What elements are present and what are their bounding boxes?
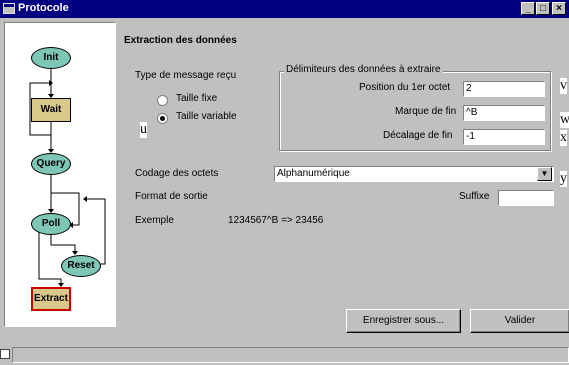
encoding-select[interactable]: Alphanumérique ▼: [274, 166, 554, 182]
example-label: Exemple: [135, 215, 174, 226]
flow-connectors: [29, 68, 106, 287]
flow-node-init[interactable]: Init: [31, 47, 71, 69]
delimiters-group-title: Délimiteurs des données à extraire: [284, 64, 443, 75]
section-heading: Extraction des données: [124, 35, 237, 46]
end-marker-label: Marque de fin: [395, 106, 457, 117]
flow-node-reset[interactable]: Reset: [61, 255, 101, 277]
radio-fixed-size[interactable]: [157, 95, 168, 106]
end-marker-input[interactable]: ^B: [463, 105, 545, 121]
position-input[interactable]: 2: [463, 81, 545, 97]
example-value: 1234567^B => 23456: [228, 215, 324, 226]
status-checkbox[interactable]: [0, 349, 10, 359]
radio-variable-size-label[interactable]: Taille variable: [176, 111, 237, 122]
flow-node-extract[interactable]: Extract: [31, 287, 71, 311]
minimize-button[interactable]: _: [521, 2, 535, 15]
window-app-icon: [3, 3, 15, 14]
close-button[interactable]: ×: [552, 2, 566, 15]
annotation-v: v: [560, 78, 567, 94]
encoding-label: Codage des octets: [135, 168, 219, 179]
radio-variable-size[interactable]: [157, 113, 168, 124]
status-bar: [12, 347, 569, 363]
validate-button[interactable]: Valider: [470, 309, 569, 333]
flow-diagram-panel: Init Wait Query Poll Reset Extract: [4, 22, 116, 327]
end-offset-input[interactable]: -1: [463, 129, 545, 145]
suffix-label: Suffixe: [459, 191, 490, 202]
message-type-label: Type de message reçu: [135, 70, 237, 81]
window-title: Protocole: [18, 2, 69, 14]
main-window: Protocole _ □ × Init Wait Query Poll Res…: [0, 0, 569, 365]
annotation-y: y: [560, 171, 567, 187]
save-as-button[interactable]: Enregistrer sous...: [346, 309, 461, 333]
radio-selected-dot: [160, 116, 165, 121]
encoding-selected-value: Alphanumérique: [277, 168, 350, 179]
suffix-input[interactable]: [498, 190, 554, 206]
dropdown-arrow-icon[interactable]: ▼: [537, 167, 552, 181]
flow-node-wait[interactable]: Wait: [31, 98, 71, 122]
maximize-button[interactable]: □: [536, 2, 550, 15]
flow-node-query[interactable]: Query: [31, 153, 71, 175]
flow-node-poll[interactable]: Poll: [31, 213, 71, 235]
radio-fixed-size-label[interactable]: Taille fixe: [176, 93, 217, 104]
position-label: Position du 1er octet: [359, 82, 451, 93]
annotation-u: u: [140, 122, 147, 138]
annotation-x: x: [560, 130, 567, 146]
annotation-w: w: [560, 112, 569, 128]
title-bar[interactable]: Protocole _ □ ×: [0, 0, 569, 18]
output-format-label: Format de sortie: [135, 191, 208, 202]
end-offset-label: Décalage de fin: [383, 130, 453, 141]
